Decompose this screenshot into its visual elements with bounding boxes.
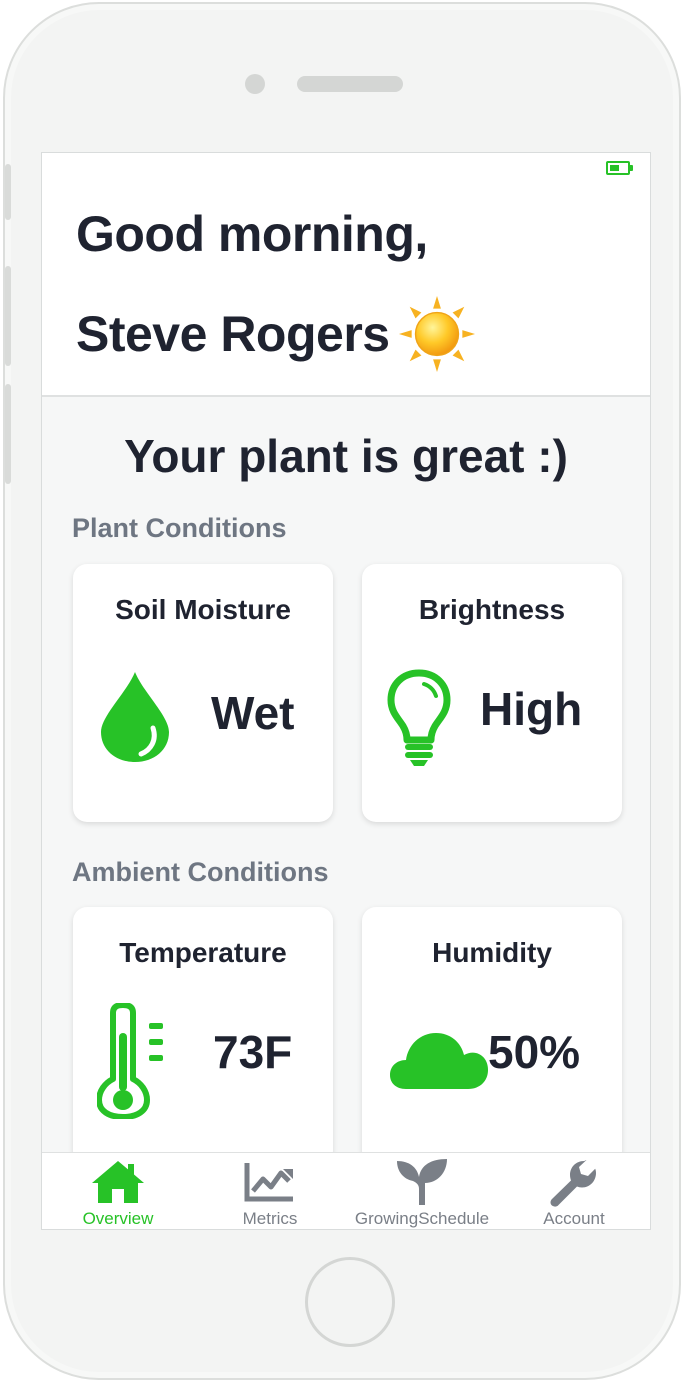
humidity-value: 50%: [488, 1026, 581, 1078]
mute-switch: [5, 164, 11, 220]
user-name: Steve Rogers: [76, 306, 390, 362]
tab-growing-schedule[interactable]: GrowingSchedule: [346, 1153, 498, 1229]
plant-status-message: Your plant is great :): [124, 430, 568, 482]
temperature-value: 73F: [213, 1026, 293, 1078]
earpiece-speaker: [297, 76, 403, 92]
sprout-icon: [397, 1159, 447, 1205]
water-drop-icon: [101, 672, 169, 762]
volume-down-button: [5, 384, 11, 484]
soil-moisture-value: Wet: [211, 687, 295, 739]
greeting-line-1: Good morning,: [76, 206, 428, 262]
soil-moisture-card[interactable]: Soil Moisture Wet: [73, 564, 333, 822]
tab-account[interactable]: Account: [498, 1153, 650, 1229]
wrench-icon: [550, 1160, 596, 1207]
volume-up-button: [5, 266, 11, 366]
tab-overview[interactable]: Overview: [42, 1153, 194, 1229]
tab-label: Account: [543, 1209, 605, 1228]
card-title: Soil Moisture: [115, 594, 291, 625]
brightness-card[interactable]: Brightness High: [362, 564, 622, 822]
sun-icon: [398, 295, 475, 373]
lightbulb-icon: [387, 669, 451, 766]
thermometer-icon: [97, 1003, 163, 1119]
app-screen: Good morning, Steve Rogers Your plant is…: [41, 152, 651, 1230]
card-title: Temperature: [119, 937, 287, 968]
tab-metrics[interactable]: Metrics: [194, 1153, 346, 1229]
front-camera: [245, 74, 265, 94]
greeting-header: Good morning, Steve Rogers: [42, 153, 650, 397]
tab-label: Overview: [82, 1209, 154, 1228]
chart-icon: [244, 1163, 293, 1202]
section-title-plant-conditions: Plant Conditions: [72, 513, 287, 543]
temperature-card[interactable]: Temperature 73F: [73, 907, 333, 1165]
battery-icon: [606, 161, 633, 175]
home-icon: [92, 1161, 144, 1203]
card-title: Brightness: [418, 594, 566, 625]
section-title-ambient-conditions: Ambient Conditions: [72, 857, 329, 887]
greeting-line-2: Steve Rogers: [76, 295, 476, 373]
cloud-icon: [390, 1033, 488, 1089]
home-button[interactable]: [305, 1257, 395, 1347]
card-title: Humidity: [432, 937, 552, 968]
tab-label: GrowingSchedule: [354, 1209, 490, 1228]
brightness-value: High: [480, 683, 583, 735]
tab-label: Metrics: [242, 1209, 298, 1228]
bottom-tab-bar: Overview Metrics GrowingSchedule Account: [42, 1152, 650, 1229]
humidity-card[interactable]: Humidity 50%: [362, 907, 622, 1165]
